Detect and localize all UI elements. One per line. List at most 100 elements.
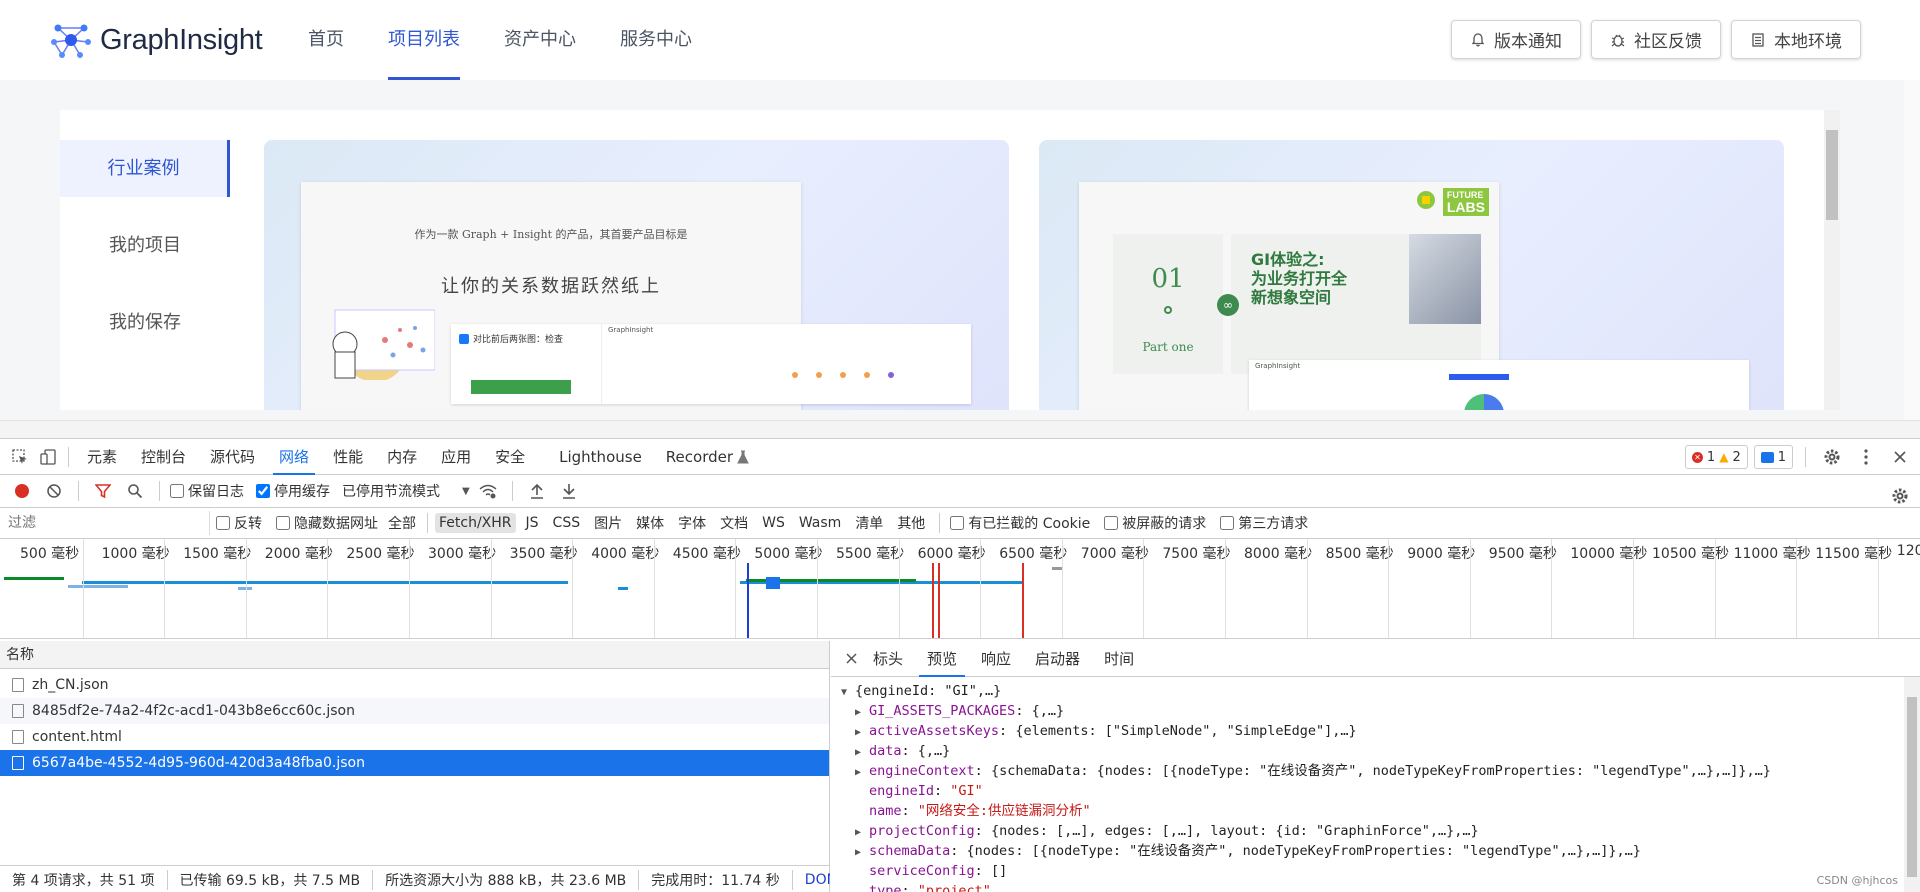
device-toolbar-button[interactable] xyxy=(34,439,62,475)
panel-scrollbar-thumb[interactable] xyxy=(1826,130,1838,220)
request-row[interactable]: content.html xyxy=(0,724,829,750)
type-filter-media[interactable]: 媒体 xyxy=(632,511,668,535)
type-filter-font[interactable]: 字体 xyxy=(674,511,710,535)
tab-initiator[interactable]: 启动器 xyxy=(1023,641,1092,677)
tab-memory[interactable]: 内存 xyxy=(375,439,429,475)
preserve-log-checkbox[interactable]: 保留日志 xyxy=(170,481,244,501)
blocked-cookies-checkbox[interactable]: 有已拦截的 Cookie xyxy=(950,513,1090,533)
json-line[interactable]: ▶ data: {,…} xyxy=(841,741,1920,761)
nav-home[interactable]: 首页 xyxy=(308,0,344,80)
export-har-button[interactable] xyxy=(555,473,583,509)
blocked-requests-checkbox[interactable]: 被屏蔽的请求 xyxy=(1104,513,1206,533)
request-row-selected[interactable]: 6567a4be-4552-4d95-960d-420d3a48fba0.jso… xyxy=(0,750,829,776)
request-name: content.html xyxy=(32,729,122,745)
request-row[interactable]: 8485df2e-74a2-4f2c-acd1-043b8e6cc60c.jso… xyxy=(0,698,829,724)
json-key: activeAssetsKeys xyxy=(869,723,1000,739)
record-button[interactable] xyxy=(8,473,36,509)
name-column-header[interactable]: 名称 xyxy=(0,641,829,669)
more-options-button[interactable] xyxy=(1852,439,1880,475)
side-item-my-saves[interactable]: 我的保存 xyxy=(60,294,230,351)
blocked-requests-input[interactable] xyxy=(1104,516,1119,530)
panel-scrollbar[interactable] xyxy=(1824,110,1840,410)
tab-response[interactable]: 响应 xyxy=(969,641,1023,677)
request-detail-panel: 标头 预览 响应 启动器 时间 ▼ {engineId: "GI",…} ▶ GI_A… xyxy=(831,641,1920,892)
tab-security[interactable]: 安全 xyxy=(483,439,537,475)
third-party-checkbox[interactable]: 第三方请求 xyxy=(1220,513,1308,533)
filter-toggle-button[interactable] xyxy=(89,473,117,509)
request-row[interactable]: zh_CN.json xyxy=(0,672,829,698)
issues-badge[interactable]: ✕ 1 ▲ 2 xyxy=(1684,445,1748,469)
invert-checkbox[interactable]: 反转 xyxy=(216,513,262,533)
disable-cache-input[interactable] xyxy=(256,484,270,498)
invert-input[interactable] xyxy=(216,516,230,530)
json-line[interactable]: ▶ activeAssetsKeys: {elements: ["SimpleNo… xyxy=(841,721,1920,741)
json-line[interactable]: ▶ GI_ASSETS_PACKAGES: {,…} xyxy=(841,701,1920,721)
tab-preview[interactable]: 预览 xyxy=(915,641,969,677)
filter-input[interactable] xyxy=(0,511,210,535)
inspect-element-button[interactable] xyxy=(6,439,34,475)
json-line[interactable]: ▶ projectConfig: {nodes: [,…], edges: [,…… xyxy=(841,821,1920,841)
json-line[interactable]: ▼ {engineId: "GI",…} xyxy=(841,681,1920,701)
close-devtools-button[interactable] xyxy=(1886,439,1914,475)
tab-recorder[interactable]: Recorder xyxy=(654,439,761,475)
tab-elements[interactable]: 元素 xyxy=(75,439,129,475)
tab-performance[interactable]: 性能 xyxy=(321,439,375,475)
import-har-button[interactable] xyxy=(523,473,551,509)
app-window: GraphInsight 首页 项目列表 资产中心 服务中心 版本通知 社区反馈… xyxy=(0,0,1920,420)
close-detail-button[interactable] xyxy=(841,641,861,677)
tab-application[interactable]: 应用 xyxy=(429,439,483,475)
type-filter-ws[interactable]: WS xyxy=(758,513,789,533)
json-preview[interactable]: ▼ {engineId: "GI",…} ▶ GI_ASSETS_PACKAGES: … xyxy=(831,677,1920,892)
community-feedback-button[interactable]: 社区反馈 xyxy=(1591,20,1721,59)
settings-button[interactable] xyxy=(1818,439,1846,475)
third-party-input[interactable] xyxy=(1220,516,1235,530)
page-scrollbar[interactable] xyxy=(1904,80,1920,420)
network-conditions-button[interactable] xyxy=(474,473,502,509)
case-card-1[interactable]: 作为一款 Graph + Insight 的产品，其首要产品目标是 让你的关系数… xyxy=(264,140,1009,410)
tab-timing[interactable]: 时间 xyxy=(1092,641,1146,677)
network-overview-timeline[interactable]: 500 毫秒 1000 毫秒 1500 毫秒 2000 毫秒 2500 毫秒 3000 毫… xyxy=(0,539,1920,639)
clear-button[interactable] xyxy=(40,473,68,509)
type-filter-manifest[interactable]: 清单 xyxy=(851,511,887,535)
nav-projects[interactable]: 项目列表 xyxy=(388,0,460,80)
laptop-photo xyxy=(1409,234,1481,324)
type-filter-other[interactable]: 其他 xyxy=(893,511,929,535)
type-filter-all[interactable]: 全部 xyxy=(384,511,420,535)
side-item-my-projects[interactable]: 我的项目 xyxy=(60,217,230,274)
messages-badge[interactable]: 1 xyxy=(1753,445,1793,469)
nav-assets[interactable]: 资产中心 xyxy=(504,0,576,80)
tab-network[interactable]: 网络 xyxy=(267,439,321,475)
network-settings-button[interactable] xyxy=(1886,478,1914,514)
download-icon xyxy=(562,484,575,499)
hide-data-urls-input[interactable] xyxy=(276,516,290,530)
preview-scrollbar-thumb[interactable] xyxy=(1907,697,1917,877)
nav-services[interactable]: 服务中心 xyxy=(620,0,692,80)
hide-data-urls-checkbox[interactable]: 隐藏数据网址 xyxy=(276,513,378,533)
throttle-select[interactable]: 已停用节流模式 ▼ xyxy=(342,481,470,501)
type-filter-wasm[interactable]: Wasm xyxy=(795,513,845,533)
page-horizontal-scrollbar[interactable] xyxy=(0,420,1920,438)
tab-lighthouse[interactable]: Lighthouse xyxy=(547,439,654,475)
tab-console[interactable]: 控制台 xyxy=(129,439,198,475)
type-filter-css[interactable]: CSS xyxy=(549,513,585,533)
case-card-2[interactable]: FUTURE LABS 01 Part one ∞ GI体验之: 为业务打开全 xyxy=(1039,140,1784,410)
json-line[interactable]: ▶ schemaData: {nodes: [{nodeType: "在线设备资产… xyxy=(841,841,1920,861)
tab-sources[interactable]: 源代码 xyxy=(198,439,267,475)
local-env-button[interactable]: 本地环境 xyxy=(1731,20,1861,59)
json-line[interactable]: ▶ engineContext: {schemaData: {nodes: [{n… xyxy=(841,761,1920,781)
type-filter-img[interactable]: 图片 xyxy=(590,511,626,535)
type-filter-js[interactable]: JS xyxy=(522,513,543,533)
logo[interactable]: GraphInsight xyxy=(50,20,263,60)
side-item-industry-cases[interactable]: 行业案例 xyxy=(60,140,230,197)
type-filter-doc[interactable]: 文档 xyxy=(716,511,752,535)
preview-scrollbar[interactable] xyxy=(1904,677,1920,892)
release-notes-button[interactable]: 版本通知 xyxy=(1451,20,1581,59)
search-button[interactable] xyxy=(121,473,149,509)
blocked-cookies-input[interactable] xyxy=(950,516,965,530)
type-filter-fetch-xhr[interactable]: Fetch/XHR xyxy=(435,513,516,533)
disable-cache-checkbox[interactable]: 停用缓存 xyxy=(256,481,330,501)
case-card-1-line1: 作为一款 Graph + Insight 的产品，其首要产品目标是 xyxy=(414,228,688,241)
preserve-log-input[interactable] xyxy=(170,484,184,498)
json-value: {nodes: [,…], edges: [,…], layout: {id: … xyxy=(990,823,1479,839)
tab-headers[interactable]: 标头 xyxy=(861,641,915,677)
